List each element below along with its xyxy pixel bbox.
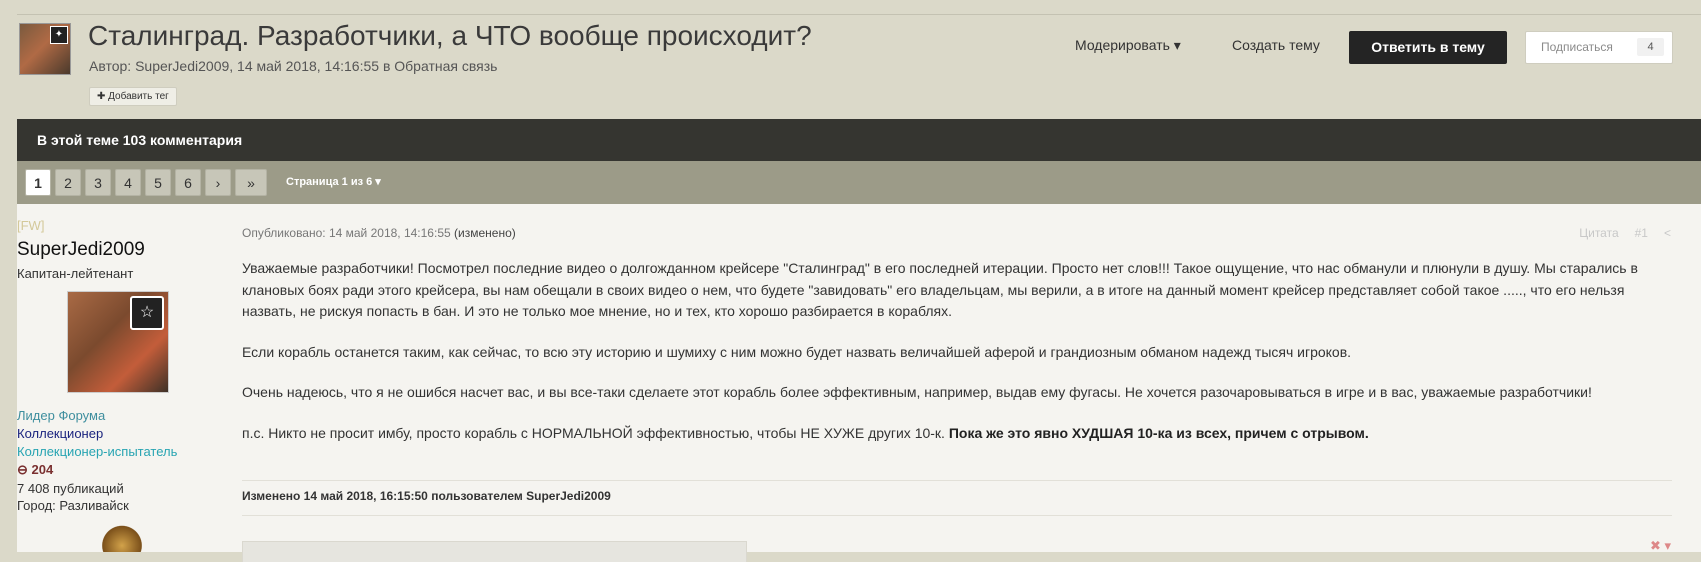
create-topic-link[interactable]: Создать тему — [1232, 37, 1320, 53]
page-5[interactable]: 5 — [145, 169, 171, 196]
post: [FW] SuperJedi2009 Капитан-лейтенант ☆ Л… — [17, 204, 1701, 562]
post-paragraph: Если корабль останется таким, как сейчас… — [242, 343, 1352, 360]
post-body: Уважаемые разработчики! Посмотрел послед… — [242, 258, 1672, 463]
meta-date: , 14 май 2018, 14:16:55 в — [229, 58, 395, 74]
pagination-bar: 1 2 3 4 5 6 › » Страница 1 из 6 ▾ — [17, 161, 1701, 204]
post-controls: Цитата #1 < — [1563, 226, 1671, 240]
meta-prefix: Автор: — [89, 58, 136, 74]
author-city: Город: Разливайск — [17, 498, 129, 513]
divider — [242, 515, 1672, 516]
next-page-icon[interactable]: › — [205, 169, 231, 196]
subscribe-label: Подписаться — [1541, 40, 1613, 54]
published-date: Опубликовано: 14 май 2018, 14:16:55 — [242, 226, 451, 240]
moderate-menu[interactable]: Модерировать ▾ — [1075, 37, 1181, 54]
share-icon[interactable]: < — [1664, 226, 1671, 240]
page-3[interactable]: 3 — [85, 169, 111, 196]
page-jump-menu[interactable]: Страница 1 из 6 ▾ — [286, 175, 381, 188]
reply-button[interactable]: Ответить в тему — [1349, 31, 1507, 64]
post-meta: Опубликовано: 14 май 2018, 14:16:55 (изм… — [242, 226, 516, 240]
page-1[interactable]: 1 — [25, 169, 51, 196]
group-collector-tester: Коллекционер-испытатель — [17, 444, 178, 459]
post-paragraph-last: п.с. Никто не просит имбу, просто корабл… — [242, 423, 1672, 445]
subscribe-count: 4 — [1637, 38, 1664, 56]
top-divider — [17, 14, 1701, 15]
page-4[interactable]: 4 — [115, 169, 141, 196]
group-forum-leader: Лидер Форума — [17, 408, 106, 423]
post-paragraph: Очень надеюсь, что я не ошибся насчет ва… — [242, 384, 1592, 400]
posts-count: 7 408 публикаций — [17, 481, 124, 496]
topic-author-link[interactable]: SuperJedi2009 — [135, 58, 229, 74]
ps-bold-text: Пока же это явно ХУДШАЯ 10-ка из всех, п… — [948, 424, 1369, 441]
comments-count-bar: В этой теме 103 комментария — [17, 119, 1701, 161]
subscribe-button[interactable]: Подписаться 4 — [1525, 31, 1673, 64]
page-title: Сталинград. Разработчики, а ЧТО вообще п… — [88, 20, 812, 51]
page-6[interactable]: 6 — [175, 169, 201, 196]
forum-link[interactable]: Обратная связь — [394, 58, 497, 74]
topic-meta: Автор: SuperJedi2009, 14 май 2018, 14:16… — [89, 58, 497, 74]
ps-text: п.с. Никто не просит имбу, просто корабл… — [242, 424, 949, 441]
rank-icon: ✦ — [50, 26, 68, 44]
author-avatar-small[interactable]: ✦ — [19, 23, 71, 75]
author-rank: Капитан-лейтенант — [17, 266, 134, 281]
post-paragraph: Уважаемые разработчики! Посмотрел послед… — [242, 260, 1638, 319]
reputation-badge[interactable]: ⊖ 204 — [17, 462, 217, 478]
author-name[interactable]: SuperJedi2009 — [17, 239, 217, 261]
clan-tag[interactable]: [FW] — [17, 218, 217, 233]
award-badge-icon — [102, 520, 142, 552]
edited-link[interactable]: (изменено) — [454, 226, 516, 240]
page-2[interactable]: 2 — [55, 169, 81, 196]
edit-note: Изменено 14 май 2018, 16:15:50 пользоват… — [242, 489, 611, 503]
group-collector: Коллекционер — [17, 426, 104, 441]
author-avatar[interactable]: ☆ — [67, 291, 169, 393]
add-tag-button[interactable]: ✚ Добавить тег — [89, 87, 177, 106]
quote-button[interactable]: Цитата — [1579, 226, 1618, 240]
last-page-icon[interactable]: » — [235, 169, 267, 196]
post-number[interactable]: #1 — [1635, 226, 1648, 240]
rank-insignia-icon: ☆ — [130, 296, 164, 330]
divider — [242, 480, 1672, 481]
comments-count: В этой теме 103 комментария — [37, 132, 243, 148]
